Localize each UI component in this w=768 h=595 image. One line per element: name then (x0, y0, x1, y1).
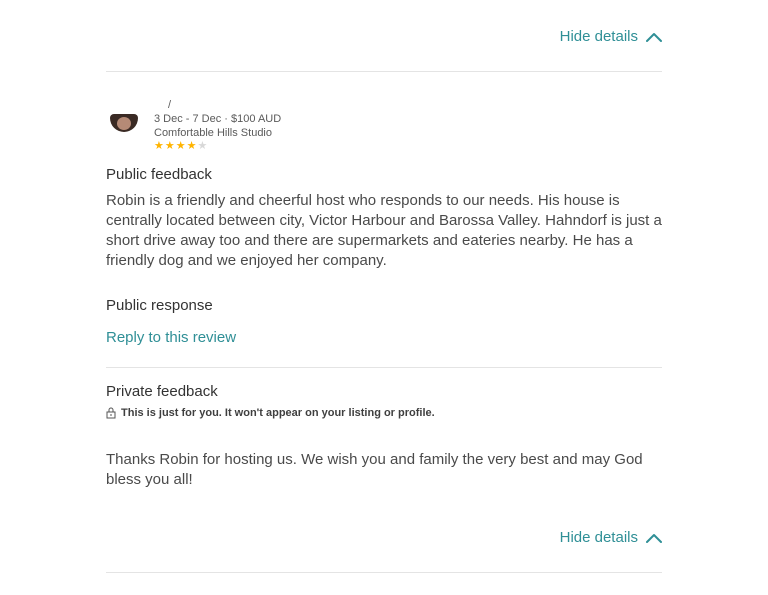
private-feedback-note: This is just for you. It won't appear on… (106, 407, 435, 419)
star-icon: ★ (186, 140, 197, 152)
star-icon: ★ (154, 140, 164, 152)
lock-icon (106, 407, 116, 419)
public-feedback-title: Public feedback (106, 166, 212, 183)
private-feedback-title: Private feedback (106, 383, 218, 400)
hide-details-button-top[interactable]: Hide details (560, 28, 662, 45)
reviewer-meta: / 3 Dec - 7 Dec · $100 AUD Comfortable H… (154, 98, 281, 152)
stay-details: 3 Dec - 7 Dec · $100 AUD (154, 113, 282, 125)
avatar[interactable] (106, 102, 142, 138)
divider-top (106, 71, 662, 72)
star-icon: ★ (175, 140, 186, 152)
chevron-up-icon (646, 32, 662, 42)
chevron-up-icon (646, 533, 662, 543)
public-feedback-text: Robin is a friendly and cheerful host wh… (106, 192, 662, 269)
reply-to-review-link[interactable]: Reply to this review (106, 329, 236, 346)
star-icon: ★ (164, 140, 175, 152)
star-icon: ★ (197, 140, 208, 152)
reviewer-name: / (168, 99, 172, 111)
hide-details-button-bottom[interactable]: Hide details (560, 529, 662, 546)
private-note-text: This is just for you. It won't appear on… (121, 407, 435, 419)
divider-middle (106, 367, 662, 368)
reviewer-block: / 3 Dec - 7 Dec · $100 AUD Comfortable H… (106, 98, 281, 152)
rating-stars: ★ ★ ★ ★ ★ (154, 141, 281, 152)
hide-details-label: Hide details (559, 28, 638, 45)
public-response-title: Public response (106, 297, 213, 314)
divider-bottom (106, 572, 662, 573)
hide-details-label: Hide details (559, 529, 638, 546)
listing-name: Comfortable Hills Studio (154, 127, 272, 139)
private-feedback-text: Thanks Robin for hosting us. We wish you… (106, 451, 643, 488)
